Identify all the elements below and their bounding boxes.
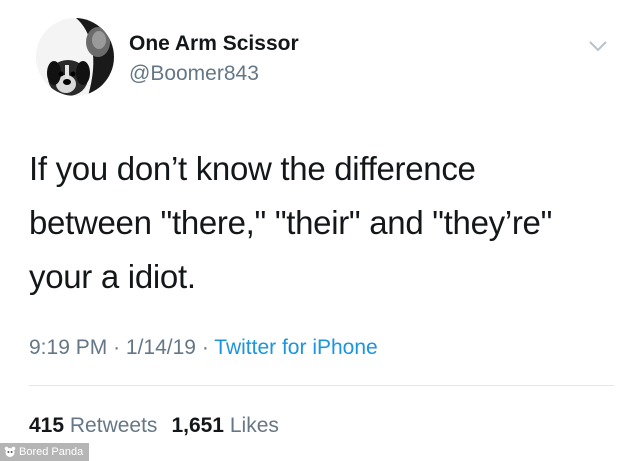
likes-stat[interactable]: 1,651 Likes [171,414,278,437]
chevron-down-icon[interactable] [585,36,611,56]
avatar[interactable] [36,18,114,96]
retweets-stat[interactable]: 415 Retweets [29,414,157,437]
meta-separator: · [113,336,121,359]
watermark: Bored Panda [0,443,90,461]
user-handle[interactable]: @Boomer843 [129,62,259,86]
watermark-text: Bored Panda [19,446,84,458]
tweet-date[interactable]: 1/14/19 [126,336,196,359]
tweet-meta: 9:19 PM · 1/14/19 · Twitter for iPhone [29,336,378,360]
tweet-stats: 415 Retweets 1,651 Likes [29,414,279,438]
retweets-label: Retweets [69,414,158,437]
likes-label: Likes [229,414,279,437]
panda-icon [4,446,16,457]
meta-separator: · [201,336,209,359]
tweet-card: One Arm Scissor @Boomer843 If you don’t … [0,0,634,461]
tweet-source-link[interactable]: Twitter for iPhone [214,336,377,359]
tweet-text-line: between "there," "their" and "they’re" [29,204,553,241]
dog-avatar-icon [36,18,114,96]
tweet-time[interactable]: 9:19 PM [29,336,107,359]
retweets-count: 415 [29,414,65,437]
tweet-text-line: If you don’t know the difference [29,150,476,187]
divider [29,385,614,386]
display-name[interactable]: One Arm Scissor [129,32,299,56]
tweet-text: If you don’t know the difference between… [29,142,619,304]
likes-count: 1,651 [171,414,224,437]
tweet-text-line: your a idiot. [29,258,196,295]
